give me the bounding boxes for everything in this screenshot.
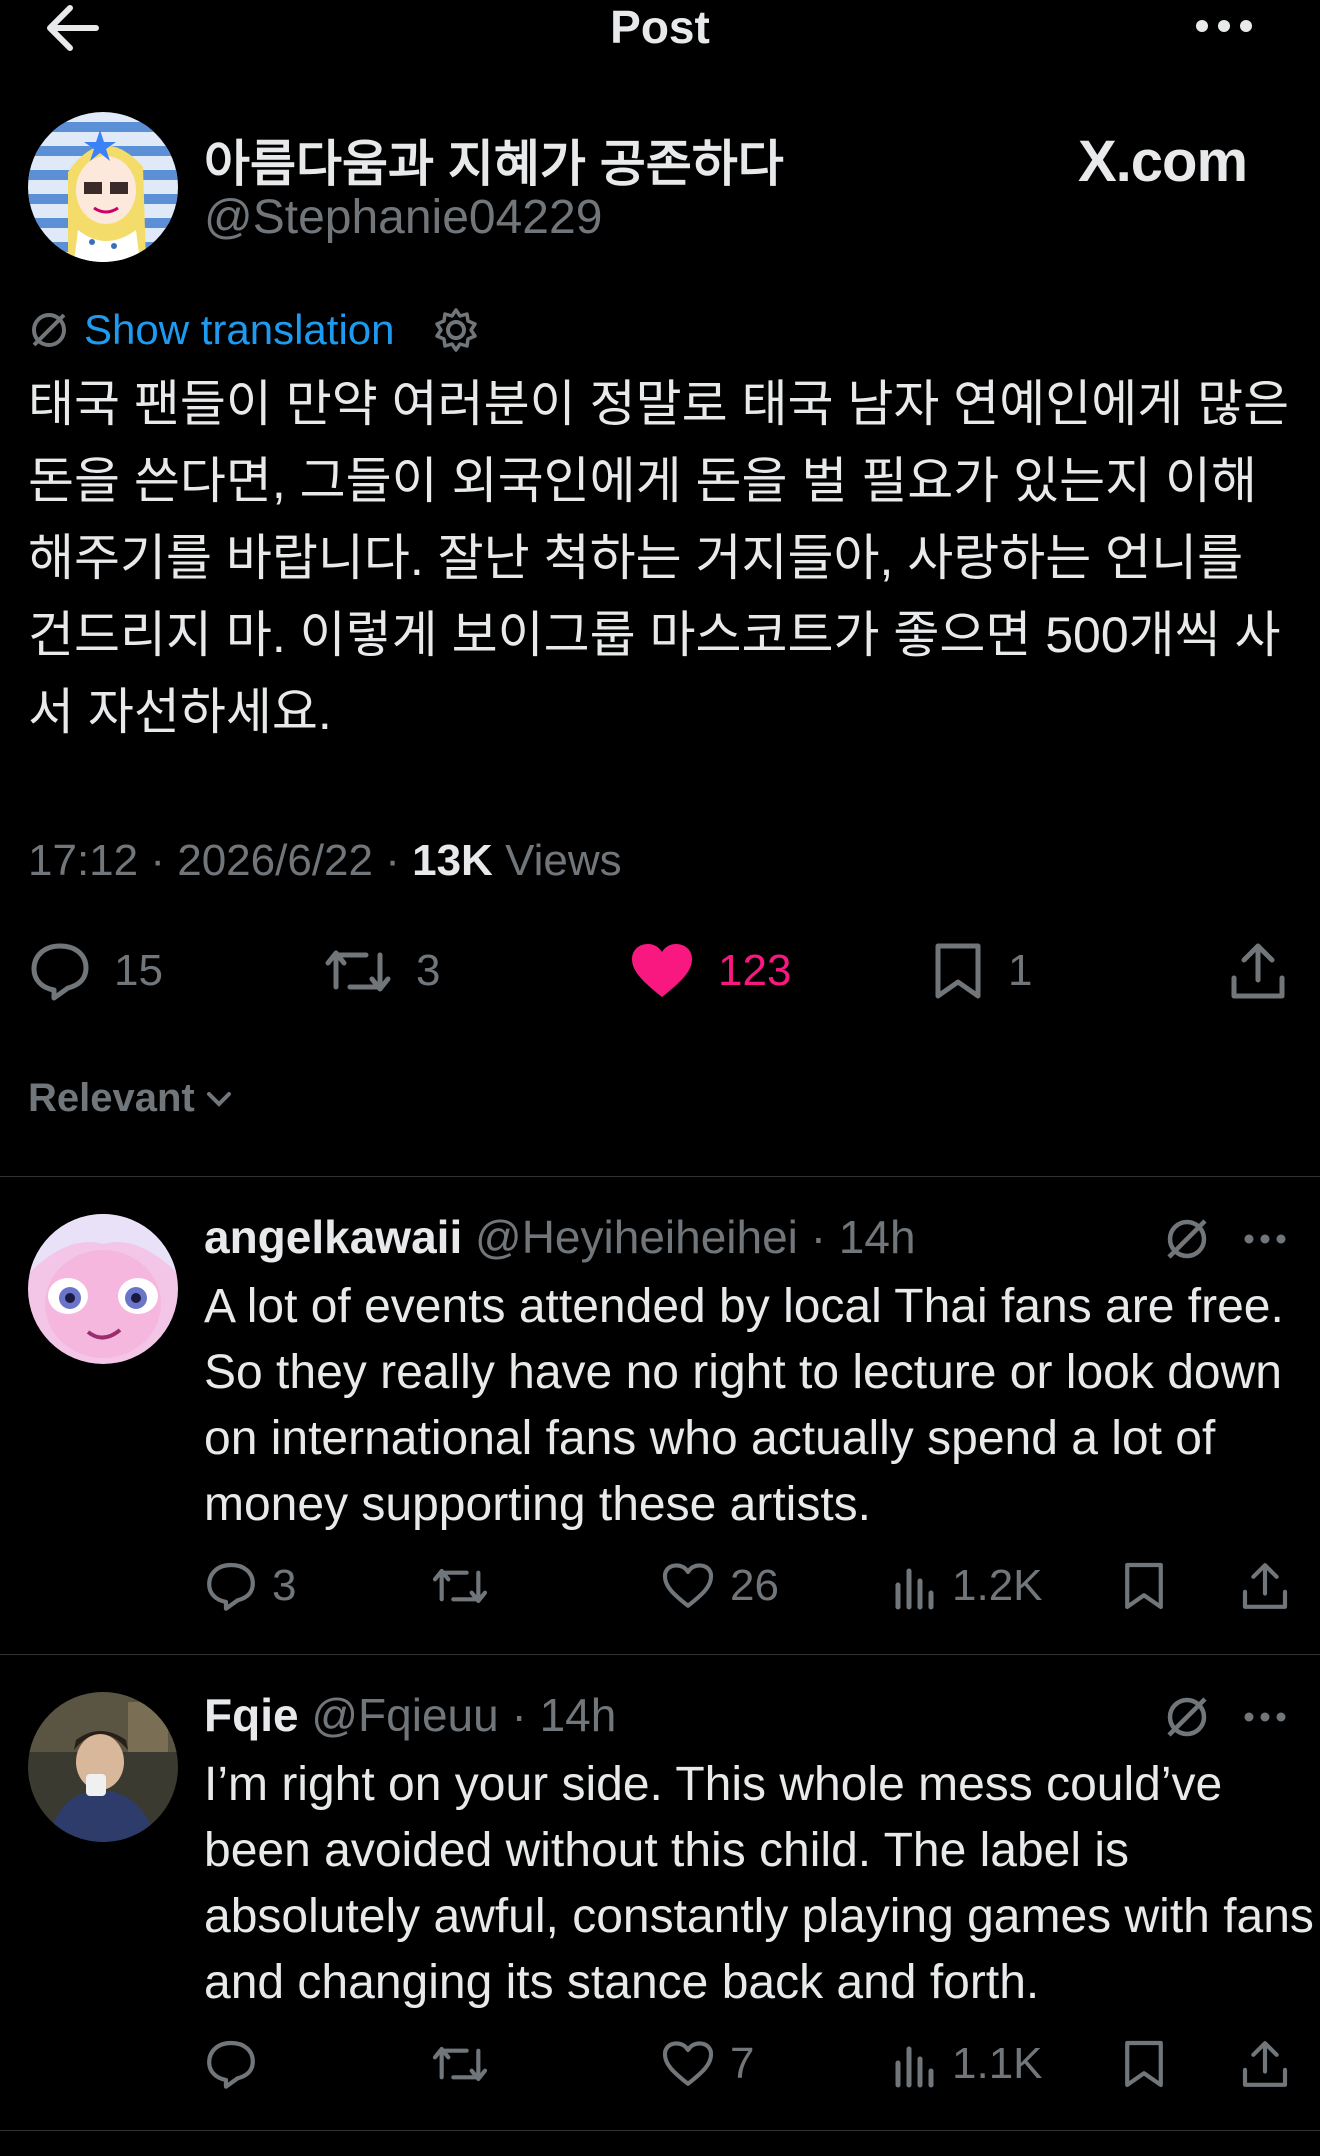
repost-button[interactable]: 3	[322, 936, 440, 1006]
reply-repost-button[interactable]	[430, 2034, 504, 2094]
reply-more-icon[interactable]	[1242, 1702, 1288, 1732]
reply-bookmark-button[interactable]	[1120, 1556, 1168, 1616]
reply-like-count: 7	[730, 2039, 755, 2088]
bookmark-icon	[930, 940, 986, 1002]
share-icon	[1240, 1560, 1290, 1612]
post-meta: 17:12 · 2026/6/22 · 13K Views	[28, 836, 622, 885]
reply-author-name[interactable]: Fqie	[204, 1689, 299, 1741]
reply-share-button[interactable]	[1240, 1556, 1290, 1616]
reply-author-handle[interactable]: @Fqieuu	[311, 1689, 498, 1741]
reply-author-name[interactable]: angelkawaii	[204, 1211, 462, 1263]
repost-count: 3	[416, 946, 441, 995]
reply-time: 14h	[539, 1689, 617, 1741]
reply-like-button[interactable]: 7	[660, 2034, 754, 2094]
reply-views-count: 1.2K	[952, 1561, 1043, 1610]
post-actions: 15 3 123 1	[28, 936, 1292, 1006]
reply-bookmark-button[interactable]	[1120, 2034, 1168, 2094]
reply-like-button[interactable]: 26	[660, 1556, 779, 1616]
repost-icon	[322, 941, 394, 1001]
top-bar: Post	[0, 0, 1320, 60]
sort-dropdown[interactable]: Relevant	[28, 1076, 233, 1121]
reply-like-count: 26	[730, 1561, 779, 1610]
reply-views-button[interactable]: 1.1K	[892, 2034, 1043, 2094]
reply-time: 14h	[838, 1211, 916, 1263]
reply-icon	[204, 2038, 258, 2090]
author-handle[interactable]: @Stephanie04229	[204, 190, 602, 245]
bookmark-icon	[1120, 1560, 1168, 1612]
divider	[0, 1176, 1320, 1177]
like-count: 123	[718, 946, 792, 995]
author-name[interactable]: 아름다움과 지혜가 공존하다	[204, 124, 784, 196]
reply-reply-count: 3	[272, 1561, 297, 1610]
bookmark-button[interactable]: 1	[930, 936, 1032, 1006]
post-text: 태국 팬들이 만약 여러분이 정말로 태국 남자 연예인에게 많은 돈을 쓴다면…	[28, 376, 1290, 740]
reply-translate-icon[interactable]	[1162, 1214, 1212, 1264]
views-label: Views	[505, 836, 622, 885]
heart-outline-icon	[660, 2039, 716, 2089]
reply-icon	[204, 1560, 258, 1612]
reply-header: Fqie @Fqieuu · 14h	[204, 1689, 617, 1741]
reply-avatar[interactable]	[28, 1692, 178, 1842]
translate-icon	[28, 309, 70, 351]
reply-avatar[interactable]	[28, 1214, 178, 1364]
share-button[interactable]	[1228, 936, 1288, 1006]
more-options-icon[interactable]	[1192, 6, 1256, 46]
reply-button[interactable]: 15	[28, 936, 163, 1006]
reply-icon	[28, 940, 92, 1002]
reply-share-button[interactable]	[1240, 2034, 1290, 2094]
reply-actions: 3 26 1.2K	[204, 1556, 1304, 1616]
show-translation-link[interactable]: Show translation	[84, 306, 395, 354]
divider	[0, 1654, 1320, 1655]
heart-outline-icon	[660, 1561, 716, 1611]
watermark: X.com	[1078, 129, 1248, 194]
heart-filled-icon	[628, 941, 696, 1001]
reply-views-button[interactable]: 1.2K	[892, 1556, 1043, 1616]
repost-icon	[430, 1561, 490, 1611]
reply-text: I’m right on your side. This whole mess …	[204, 1758, 1314, 2009]
share-icon	[1228, 940, 1288, 1002]
share-icon	[1240, 2038, 1290, 2090]
reply-views-count: 1.1K	[952, 2039, 1043, 2088]
reply-repost-button[interactable]	[430, 1556, 504, 1616]
chevron-down-icon	[205, 1089, 233, 1109]
page-title: Post	[610, 1, 710, 53]
reply-header: angelkawaii @Heyiheiheihei · 14h	[204, 1211, 916, 1263]
views-count: 13K	[412, 836, 493, 885]
reply-author-handle[interactable]: @Heyiheiheihei	[475, 1211, 798, 1263]
translation-row: Show translation	[28, 300, 479, 360]
sort-label: Relevant	[28, 1076, 195, 1120]
reply-actions: 7 1.1K	[204, 2034, 1304, 2094]
author-avatar[interactable]	[28, 112, 178, 262]
post-date: 2026/6/22	[177, 836, 373, 885]
divider	[0, 2130, 1320, 2131]
reply-reply-button[interactable]: 3	[204, 1556, 296, 1616]
reply-reply-button[interactable]	[204, 2034, 272, 2094]
gear-icon[interactable]	[433, 307, 479, 353]
like-button[interactable]: 123	[628, 936, 791, 1006]
repost-icon	[430, 2039, 490, 2089]
reply-count: 15	[114, 946, 163, 995]
reply-translate-icon[interactable]	[1162, 1692, 1212, 1742]
bookmark-icon	[1120, 2038, 1168, 2090]
bookmark-count: 1	[1008, 946, 1033, 995]
analytics-icon	[892, 1561, 938, 1611]
reply-more-icon[interactable]	[1242, 1224, 1288, 1254]
reply-text: A lot of events attended by local Thai f…	[204, 1280, 1284, 1531]
analytics-icon	[892, 2039, 938, 2089]
post-time: 17:12	[28, 836, 139, 885]
